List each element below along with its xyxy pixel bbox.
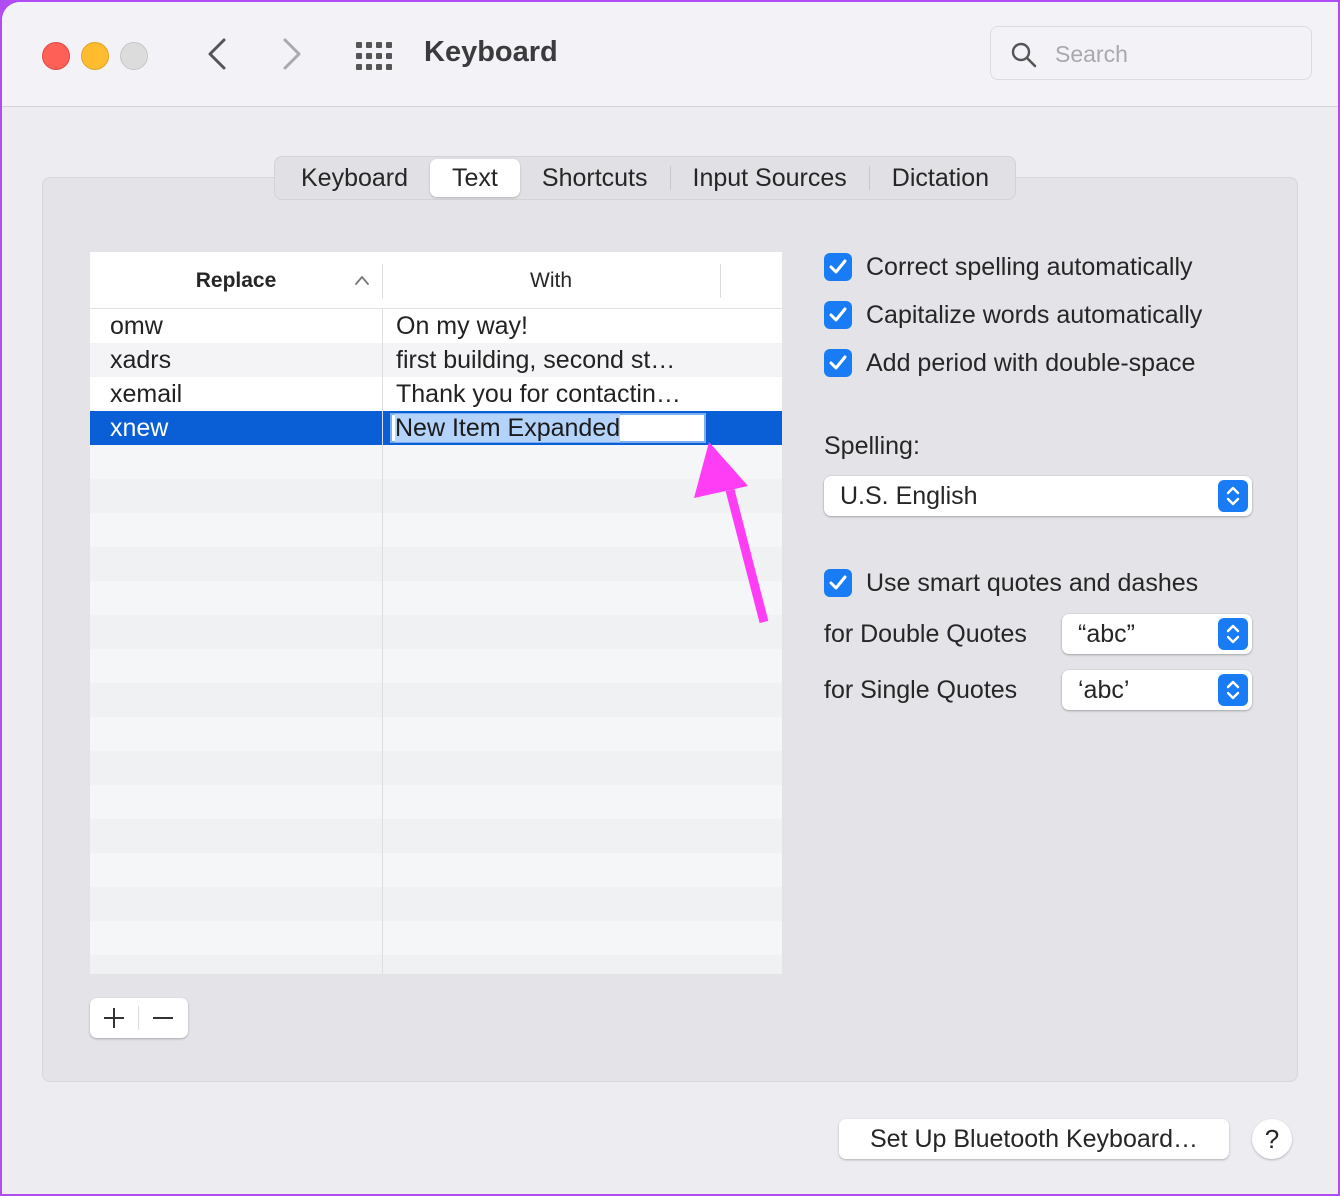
tab-input-sources[interactable]: Input Sources xyxy=(671,159,869,197)
checkbox-label: Correct spelling automatically xyxy=(866,252,1193,281)
replace-cell: xadrs xyxy=(110,346,172,374)
column-header-with[interactable]: With xyxy=(383,252,719,308)
checkbox-checked[interactable] xyxy=(824,253,852,281)
search-field[interactable] xyxy=(990,26,1312,80)
tab-keyboard[interactable]: Keyboard xyxy=(279,159,430,197)
chevron-up-down-icon xyxy=(1226,680,1240,700)
empty-row xyxy=(90,547,782,581)
add-replacement-button[interactable] xyxy=(90,998,138,1038)
empty-row xyxy=(90,683,782,717)
checkmark-icon xyxy=(829,259,847,274)
chevron-up-down-icon xyxy=(1226,486,1240,506)
text-replacements-table[interactable]: Replace With omw On my way! xadrs first … xyxy=(90,252,782,974)
column-header-replace[interactable]: Replace xyxy=(90,252,382,308)
empty-row xyxy=(90,717,782,751)
table-row-selected[interactable]: xnew New Item Expanded xyxy=(90,411,782,445)
empty-row xyxy=(90,513,782,547)
tab-text[interactable]: Text xyxy=(430,159,520,197)
sort-ascending-icon xyxy=(355,276,369,285)
correct-spelling-checkbox[interactable]: Correct spelling automatically xyxy=(824,251,1193,283)
empty-row xyxy=(90,785,782,819)
empty-row xyxy=(90,921,782,955)
table-row[interactable]: xemail Thank you for contactin… xyxy=(90,377,782,411)
popup-stepper xyxy=(1218,480,1248,512)
checkmark-icon xyxy=(829,355,847,370)
table-row[interactable]: omw On my way! xyxy=(90,309,782,343)
replace-cell: xnew xyxy=(110,414,169,442)
close-window-button[interactable] xyxy=(42,42,70,70)
empty-row xyxy=(90,819,782,853)
setup-bluetooth-keyboard-button[interactable]: Set Up Bluetooth Keyboard… xyxy=(839,1119,1229,1159)
window-title: Keyboard xyxy=(424,36,558,68)
tab-shortcuts[interactable]: Shortcuts xyxy=(520,159,670,197)
single-quotes-label: for Single Quotes xyxy=(824,676,1018,704)
system-preferences-window: Keyboard Keyboard Text Shortcuts Input S… xyxy=(2,2,1338,1194)
spelling-language-popup[interactable]: U.S. English xyxy=(824,476,1252,516)
plus-icon xyxy=(104,1008,124,1028)
add-remove-control xyxy=(90,998,188,1038)
checkbox-label: Use smart quotes and dashes xyxy=(866,568,1199,597)
table-header: Replace With xyxy=(90,252,782,309)
tab-bar: Keyboard Text Shortcuts Input Sources Di… xyxy=(274,156,1017,200)
minimize-window-button[interactable] xyxy=(81,42,109,70)
add-period-checkbox[interactable]: Add period with double-space xyxy=(824,347,1195,379)
empty-row xyxy=(90,955,782,974)
checkmark-icon xyxy=(829,575,847,590)
tab-dictation[interactable]: Dictation xyxy=(870,159,1011,197)
with-cell-edit-field[interactable]: New Item Expanded xyxy=(390,413,706,443)
annotation-arrow-icon xyxy=(694,442,769,624)
show-all-grid-icon[interactable] xyxy=(354,41,394,71)
search-input[interactable] xyxy=(1053,37,1297,71)
replace-cell: omw xyxy=(110,312,163,340)
empty-row xyxy=(90,887,782,921)
table-row[interactable]: xadrs first building, second st… xyxy=(90,343,782,377)
minus-icon xyxy=(153,1017,173,1019)
capitalize-words-checkbox[interactable]: Capitalize words automatically xyxy=(824,299,1202,331)
popup-stepper xyxy=(1218,674,1248,706)
checkbox-label: Add period with double-space xyxy=(866,348,1196,377)
spelling-label: Spelling: xyxy=(824,432,920,460)
empty-row xyxy=(90,445,782,479)
selected-text: New Item Expanded xyxy=(395,414,621,442)
with-cell: On my way! xyxy=(396,312,528,340)
checkbox-checked[interactable] xyxy=(824,349,852,377)
checkbox-label: Capitalize words automatically xyxy=(866,300,1203,329)
empty-row xyxy=(90,581,782,615)
chevron-left-icon xyxy=(208,38,226,70)
popup-value: “abc” xyxy=(1078,620,1135,648)
with-cell: Thank you for contactin… xyxy=(396,380,681,408)
checkmark-icon xyxy=(829,307,847,322)
checkbox-checked[interactable] xyxy=(824,301,852,329)
empty-row xyxy=(90,615,782,649)
popup-stepper xyxy=(1218,618,1248,650)
empty-row xyxy=(90,649,782,683)
double-quotes-label: for Double Quotes xyxy=(824,620,1027,648)
remove-replacement-button[interactable] xyxy=(139,998,187,1038)
empty-row xyxy=(90,751,782,785)
replace-cell: xemail xyxy=(110,380,183,408)
popup-value: U.S. English xyxy=(840,482,978,510)
back-button[interactable] xyxy=(202,36,232,72)
zoom-window-button[interactable] xyxy=(120,42,148,70)
chevron-up-down-icon xyxy=(1226,624,1240,644)
title-bar: Keyboard xyxy=(2,2,1338,107)
empty-row xyxy=(90,853,782,887)
empty-row xyxy=(90,479,782,513)
popup-value: ‘abc’ xyxy=(1078,676,1130,704)
with-cell: first building, second st… xyxy=(396,346,676,374)
forward-button[interactable] xyxy=(277,36,307,72)
column-divider xyxy=(720,264,721,298)
column-divider xyxy=(382,308,383,974)
chevron-right-icon xyxy=(283,38,301,70)
smart-quotes-checkbox[interactable]: Use smart quotes and dashes xyxy=(824,567,1198,599)
single-quotes-popup[interactable]: ‘abc’ xyxy=(1062,670,1252,710)
checkbox-checked[interactable] xyxy=(824,569,852,597)
help-button[interactable]: ? xyxy=(1252,1119,1292,1159)
search-icon xyxy=(1011,42,1037,68)
double-quotes-popup[interactable]: “abc” xyxy=(1062,614,1252,654)
